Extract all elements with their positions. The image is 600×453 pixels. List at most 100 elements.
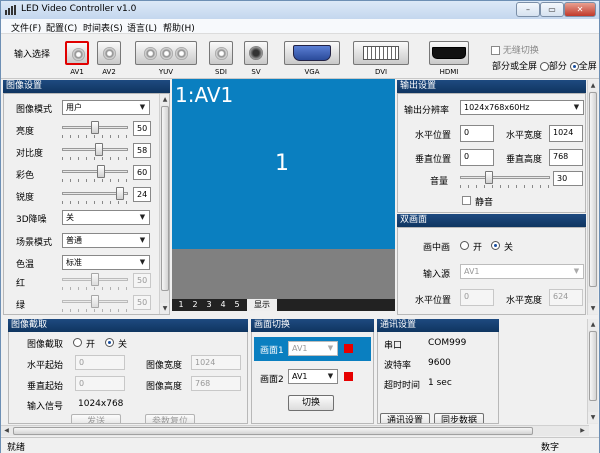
temp-select[interactable]: 标准 ▼ bbox=[62, 255, 150, 270]
out-vheight-field[interactable]: 768 bbox=[549, 149, 583, 166]
volume-slider[interactable] bbox=[460, 171, 550, 188]
resolution-select[interactable]: 1024x768x60Hz ▼ bbox=[460, 100, 584, 115]
sharpness-slider[interactable] bbox=[62, 187, 128, 204]
menu-help[interactable]: 帮助(H) bbox=[163, 21, 195, 34]
capture-off-radio[interactable] bbox=[105, 338, 114, 347]
menu-language[interactable]: 语言(L) bbox=[127, 21, 157, 34]
switch-button[interactable]: 切换 bbox=[288, 395, 334, 411]
screen2-value: AV1 bbox=[292, 372, 308, 381]
preview-screen[interactable]: 1:AV1 1 bbox=[172, 79, 395, 249]
image-mode-select[interactable]: 用户 ▼ bbox=[62, 100, 150, 115]
source-sv[interactable]: SV bbox=[244, 41, 268, 76]
nr-select[interactable]: 关 ▼ bbox=[62, 210, 150, 225]
screen2-select[interactable]: AV1 ▼ bbox=[288, 369, 338, 384]
preview-tab-4[interactable]: 4 bbox=[217, 299, 229, 311]
bnc-connector-icon bbox=[65, 41, 89, 65]
image-settings-panel: 图像模式 用户 ▼ 亮度 50 对比度 58 彩色 60 锐度 24 3D降噪 关… bbox=[3, 93, 170, 315]
source-vga[interactable]: VGA bbox=[284, 41, 340, 76]
menu-file[interactable]: 文件(F) bbox=[11, 21, 41, 34]
out-vheight-label: 垂直高度 bbox=[506, 155, 543, 165]
capture-off-label: 关 bbox=[118, 340, 128, 350]
pip-on-radio[interactable] bbox=[460, 241, 469, 250]
pip-off-radio[interactable] bbox=[491, 241, 500, 250]
source-av2[interactable]: AV2 bbox=[97, 41, 121, 76]
scene-select[interactable]: 普通 ▼ bbox=[62, 233, 150, 248]
pip-hwidth-field[interactable]: 624 bbox=[549, 289, 583, 306]
title-bar: LED Video Controller v1.0 – ▭ ✕ bbox=[1, 1, 599, 19]
scroll-thumb[interactable] bbox=[161, 106, 169, 291]
menu-config[interactable]: 配置(C) bbox=[46, 21, 77, 34]
scroll-down-icon[interactable]: ▼ bbox=[588, 412, 598, 423]
pip-source-select[interactable]: AV1 ▼ bbox=[460, 264, 584, 279]
source-label: SV bbox=[251, 68, 261, 76]
menu-schedule[interactable]: 时间表(S) bbox=[83, 21, 123, 34]
contrast-slider[interactable] bbox=[62, 143, 128, 160]
send-button[interactable]: 发送 bbox=[71, 414, 121, 423]
comm-settings-button[interactable]: 通讯设置 bbox=[380, 413, 430, 423]
horizontal-scrollbar[interactable]: ◀ ▶ bbox=[1, 425, 589, 436]
output-settings-panel: 输出分辨率 1024x768x60Hz ▼ 水平位置 0 水平宽度 1024 垂直… bbox=[397, 93, 586, 213]
vstart-field[interactable]: 0 bbox=[75, 376, 125, 391]
baud-value: 9600 bbox=[428, 358, 451, 368]
source-sdi[interactable]: SDI bbox=[209, 41, 233, 76]
scroll-up-icon[interactable]: ▲ bbox=[588, 80, 598, 91]
reset-params-button[interactable]: 参数复位 bbox=[145, 414, 195, 423]
temp-value: 标准 bbox=[66, 258, 82, 267]
preview-tab-5[interactable]: 5 bbox=[231, 299, 243, 311]
source-yuv[interactable]: YUV bbox=[135, 41, 197, 76]
scroll-down-icon[interactable]: ▼ bbox=[160, 303, 169, 314]
right-panels-scrollbar[interactable]: ▲ ▼ bbox=[587, 80, 598, 315]
preview-tab-2[interactable]: 2 bbox=[189, 299, 201, 311]
bnc-triple-connector-icon bbox=[135, 41, 197, 65]
source-av1[interactable]: AV1 bbox=[65, 41, 89, 76]
preview-tab-display[interactable]: 显示 bbox=[247, 299, 277, 311]
sync-data-button[interactable]: 同步数据 bbox=[434, 413, 484, 423]
full-radio[interactable] bbox=[569, 62, 579, 71]
brightness-slider[interactable] bbox=[62, 121, 128, 138]
pip-source-value: AV1 bbox=[464, 267, 480, 276]
red-slider[interactable] bbox=[62, 273, 128, 290]
out-vpos-field[interactable]: 0 bbox=[460, 149, 494, 166]
bottom-right-scrollbar[interactable]: ▲ ▼ bbox=[587, 319, 598, 424]
out-hwidth-field[interactable]: 1024 bbox=[549, 125, 583, 142]
volume-label: 音量 bbox=[430, 177, 449, 187]
scroll-thumb[interactable] bbox=[589, 92, 597, 287]
contrast-field[interactable]: 58 bbox=[133, 143, 151, 158]
pip-hpos-field[interactable]: 0 bbox=[460, 289, 494, 306]
mute-checkbox[interactable] bbox=[462, 196, 471, 205]
image-settings-scrollbar[interactable]: ▲ ▼ bbox=[159, 94, 169, 314]
scroll-up-icon[interactable]: ▲ bbox=[160, 94, 169, 105]
capture-on-radio[interactable] bbox=[73, 338, 82, 347]
color-field[interactable]: 60 bbox=[133, 165, 151, 180]
minimize-button[interactable]: – bbox=[516, 2, 540, 17]
preview-tab-3[interactable]: 3 bbox=[203, 299, 215, 311]
maximize-button[interactable]: ▭ bbox=[540, 2, 564, 17]
seamless-checkbox[interactable] bbox=[491, 46, 500, 55]
capture-height-field[interactable]: 768 bbox=[191, 376, 241, 391]
partial-radio[interactable] bbox=[539, 62, 549, 71]
scroll-thumb[interactable] bbox=[13, 427, 533, 435]
source-hdmi[interactable]: HDMI bbox=[429, 41, 469, 76]
source-dvi[interactable]: DVI bbox=[353, 41, 409, 76]
scroll-down-icon[interactable]: ▼ bbox=[588, 303, 598, 314]
brightness-field[interactable]: 50 bbox=[133, 121, 151, 136]
input-selection-bar: 输入选择 AV1 AV2 YUV SDI SV VGA DVI HDMI 无缝切… bbox=[1, 35, 599, 79]
out-hpos-field[interactable]: 0 bbox=[460, 125, 494, 142]
volume-field[interactable]: 30 bbox=[553, 171, 583, 186]
scroll-right-icon[interactable]: ▶ bbox=[577, 426, 588, 436]
green-slider[interactable] bbox=[62, 295, 128, 312]
hstart-field[interactable]: 0 bbox=[75, 355, 125, 370]
preview-tab-1[interactable]: 1 bbox=[175, 299, 187, 311]
screen1-select[interactable]: AV1 ▼ bbox=[288, 341, 338, 356]
capture-width-field[interactable]: 1024 bbox=[191, 355, 241, 370]
scroll-up-icon[interactable]: ▲ bbox=[588, 319, 598, 330]
sharpness-field[interactable]: 24 bbox=[133, 187, 151, 202]
close-button[interactable]: ✕ bbox=[564, 2, 596, 17]
color-slider[interactable] bbox=[62, 165, 128, 182]
red-field[interactable]: 50 bbox=[133, 273, 151, 288]
svideo-connector-icon bbox=[244, 41, 268, 65]
green-field[interactable]: 50 bbox=[133, 295, 151, 310]
seamless-switch[interactable]: 无缝切换 bbox=[491, 43, 539, 56]
scroll-thumb[interactable] bbox=[589, 331, 597, 401]
scroll-left-icon[interactable]: ◀ bbox=[1, 426, 12, 436]
